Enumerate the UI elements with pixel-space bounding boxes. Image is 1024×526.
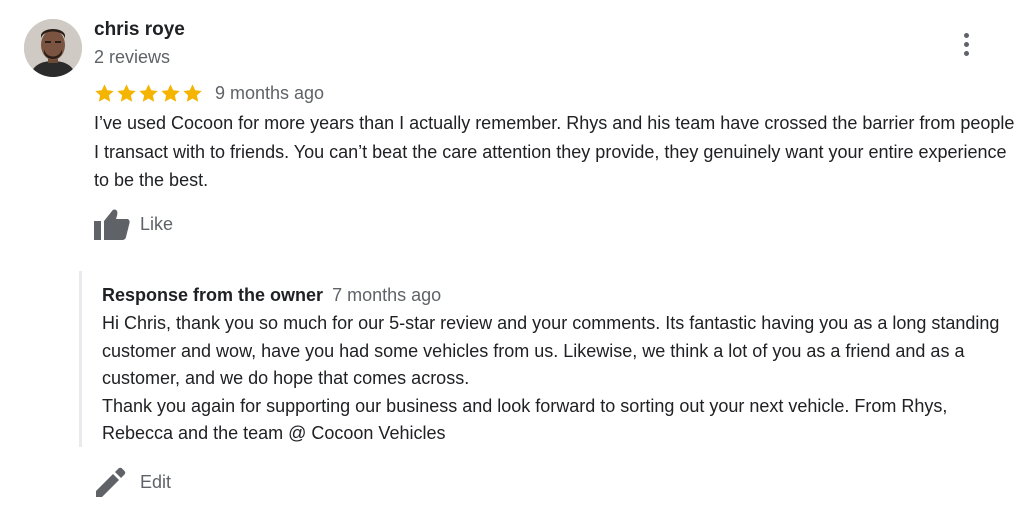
avatar[interactable] — [24, 19, 82, 77]
like-button[interactable]: Like — [94, 206, 173, 242]
owner-response: Response from the owner 7 months ago Hi … — [79, 271, 1022, 447]
more-options-button[interactable] — [953, 28, 979, 60]
more-vert-icon — [963, 32, 969, 38]
more-vert-icon-dot — [963, 41, 969, 47]
edit-button[interactable]: Edit — [96, 465, 171, 499]
star-icon — [183, 83, 202, 102]
rating-row: 9 months ago — [94, 80, 324, 106]
star-icon — [161, 83, 180, 102]
owner-response-date: 7 months ago — [332, 285, 442, 305]
owner-response-text: Hi Chris, thank you so much for our 5-st… — [102, 310, 1022, 448]
thumb-up-icon — [94, 209, 130, 240]
review-card: chris roye 2 reviews 9 months ago I’ve u… — [0, 0, 1024, 526]
reviewer-review-count[interactable]: 2 reviews — [94, 45, 170, 69]
star-icon — [139, 83, 158, 102]
owner-response-header: Response from the owner 7 months ago — [102, 283, 441, 307]
like-label: Like — [140, 213, 174, 234]
review-date: 9 months ago — [215, 83, 325, 103]
owner-response-title: Response from the owner — [102, 285, 324, 305]
edit-label: Edit — [140, 471, 172, 492]
star-icon — [117, 83, 136, 102]
star-rating — [94, 83, 203, 104]
review-text: I’ve used Cocoon for more years than I a… — [94, 113, 1015, 190]
reviewer-name[interactable]: chris roye — [94, 18, 185, 42]
star-icon — [95, 83, 114, 102]
owner-response-paragraph: Thank you again for supporting our busin… — [102, 395, 948, 444]
more-vert-icon-dot — [963, 50, 969, 56]
owner-response-paragraph: Hi Chris, thank you so much for our 5-st… — [102, 313, 1000, 388]
pencil-icon — [96, 467, 126, 497]
